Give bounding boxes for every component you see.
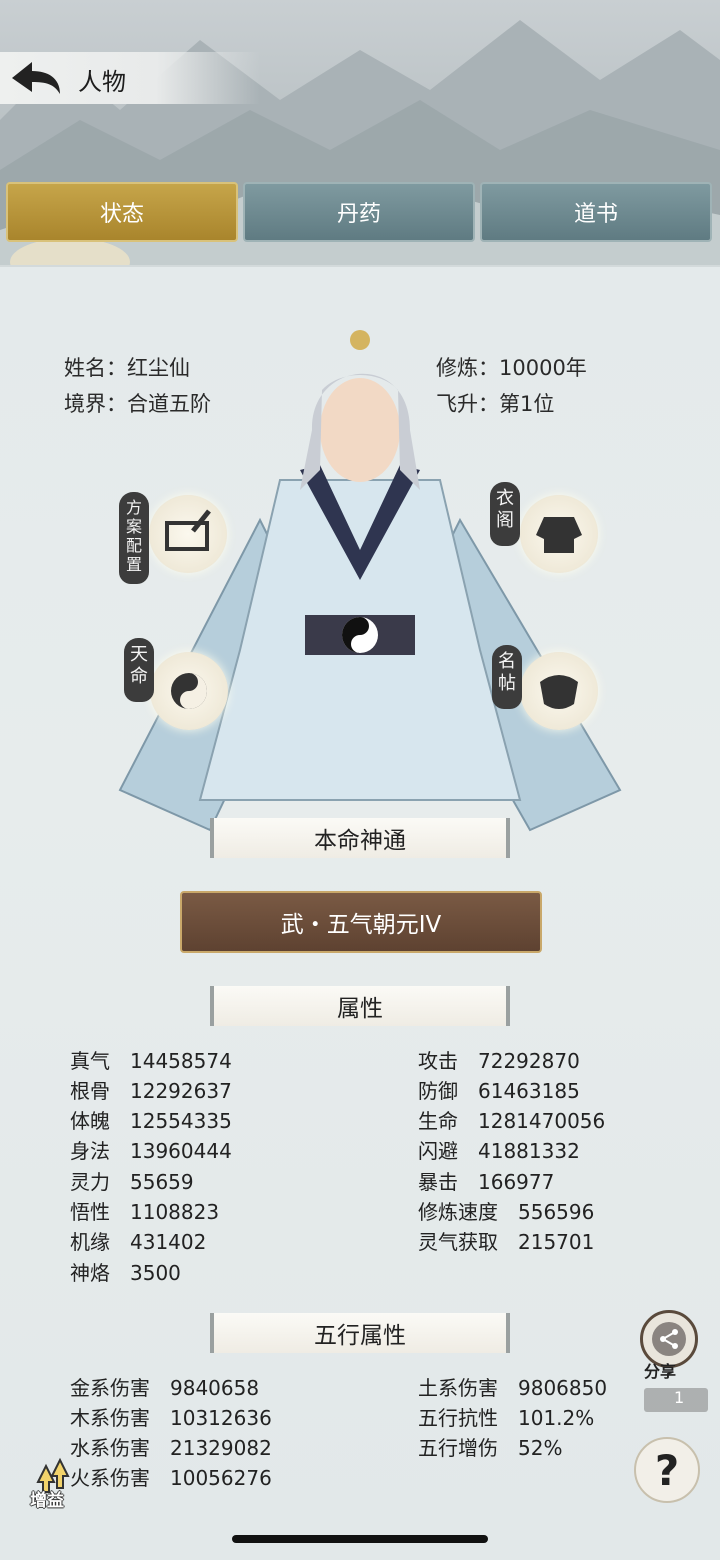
attr-row: 修炼速度 556596 — [418, 1200, 595, 1224]
section-attributes-title: 属性 — [210, 986, 510, 1026]
mask-icon — [540, 675, 578, 709]
title-card-button[interactable] — [520, 652, 598, 730]
attr-row: 灵气获取 215701 — [418, 1230, 595, 1254]
element-row: 水系伤害 21329082 — [70, 1436, 272, 1460]
attr-row: 灵力 55659 — [70, 1170, 194, 1194]
yin-yang-icon — [171, 673, 207, 709]
home-indicator[interactable] — [232, 1535, 488, 1543]
wardrobe-button[interactable] — [520, 495, 598, 573]
attr-row: 暴击 166977 — [418, 1170, 555, 1194]
element-row: 火系伤害 10056276 — [70, 1466, 272, 1490]
scroll-brush-icon — [165, 509, 211, 551]
element-row: 五行抗性 101.2% — [418, 1406, 595, 1430]
attr-row: 攻击 72292870 — [418, 1049, 580, 1073]
fate-label: 天命 — [124, 638, 154, 702]
tab-pills[interactable]: 丹药 — [243, 182, 475, 242]
attr-row: 神烙 3500 — [70, 1261, 181, 1285]
reward-badge-count: 1 — [674, 1388, 685, 1407]
section-innate-title: 本命神通 — [210, 818, 510, 858]
page-title: 人物 — [78, 68, 126, 96]
robe-icon — [536, 517, 582, 553]
element-row: 五行增伤 52% — [418, 1436, 563, 1460]
attr-row: 身法 13960444 — [70, 1139, 232, 1163]
element-row: 金系伤害 9840658 — [70, 1376, 260, 1400]
character-portrait — [118, 330, 622, 832]
fate-button[interactable] — [150, 652, 228, 730]
section-elements-title: 五行属性 — [210, 1313, 510, 1353]
attr-row: 闪避 41881332 — [418, 1139, 580, 1163]
tab-daoshu[interactable]: 道书 — [480, 182, 712, 242]
title-card-label: 名帖 — [492, 645, 522, 709]
attr-row: 机缘 431402 — [70, 1230, 207, 1254]
attr-row: 真气 14458574 — [70, 1049, 232, 1073]
help-button[interactable]: ? — [634, 1437, 700, 1503]
attr-row: 根骨 12292637 — [70, 1079, 232, 1103]
attr-row: 悟性 1108823 — [70, 1200, 220, 1224]
element-row: 土系伤害 9806850 — [418, 1376, 608, 1400]
back-arrow-icon[interactable] — [8, 58, 64, 98]
attr-row: 防御 61463185 — [418, 1079, 580, 1103]
attr-row: 生命 1281470056 — [418, 1109, 606, 1133]
attr-row: 体魄 12554335 — [70, 1109, 232, 1133]
boost-label[interactable]: 增益 — [30, 1486, 64, 1511]
share-label: 分享 — [644, 1362, 677, 1381]
scheme-config-button[interactable] — [149, 495, 227, 573]
innate-skill-button[interactable]: 武・五气朝元IV — [180, 891, 542, 953]
wardrobe-label: 衣阁 — [490, 482, 520, 546]
element-row: 木系伤害 10312636 — [70, 1406, 272, 1430]
scheme-config-label: 方案配置 — [119, 492, 149, 584]
tab-status[interactable]: 状态 — [6, 182, 238, 242]
